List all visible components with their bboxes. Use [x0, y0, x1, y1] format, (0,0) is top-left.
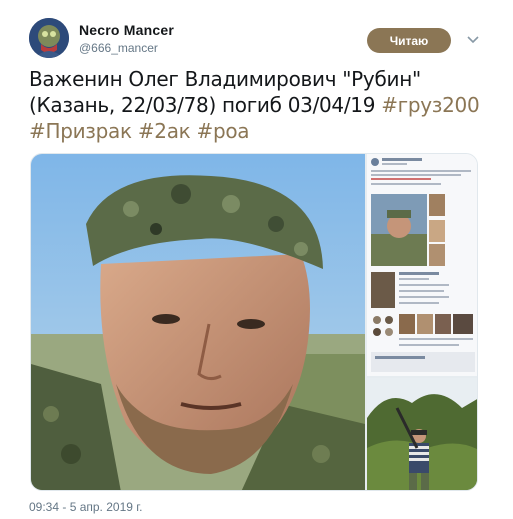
chevron-down-icon[interactable]	[466, 33, 480, 47]
avatar-image	[29, 18, 69, 58]
photo-profile-screenshot[interactable]	[367, 154, 477, 376]
photo-field[interactable]	[367, 378, 477, 490]
author-name[interactable]: Necro Mancer	[79, 22, 174, 38]
media-grid	[30, 153, 478, 491]
hashtag-link[interactable]: #2ак	[138, 119, 191, 143]
tweet-timestamp[interactable]: 09:34 - 5 апр. 2019 г.	[29, 500, 143, 514]
hashtag-link[interactable]: #Призрак	[29, 119, 132, 143]
avatar[interactable]	[29, 18, 69, 58]
tweet-text-body: Важенин Олег Владимирович "Рубин" (Казан…	[29, 67, 421, 117]
tweet-text: Важенин Олег Владимирович "Рубин" (Казан…	[29, 66, 489, 144]
photo-portrait[interactable]	[31, 154, 365, 490]
hashtag-link[interactable]: #роа	[197, 119, 250, 143]
tweet-card: Necro Mancer @666_mancer Читаю Важенин О…	[0, 0, 513, 519]
hashtag-link[interactable]: #груз200	[381, 93, 480, 117]
author-handle[interactable]: @666_mancer	[79, 41, 158, 55]
follow-button[interactable]: Читаю	[367, 28, 451, 53]
